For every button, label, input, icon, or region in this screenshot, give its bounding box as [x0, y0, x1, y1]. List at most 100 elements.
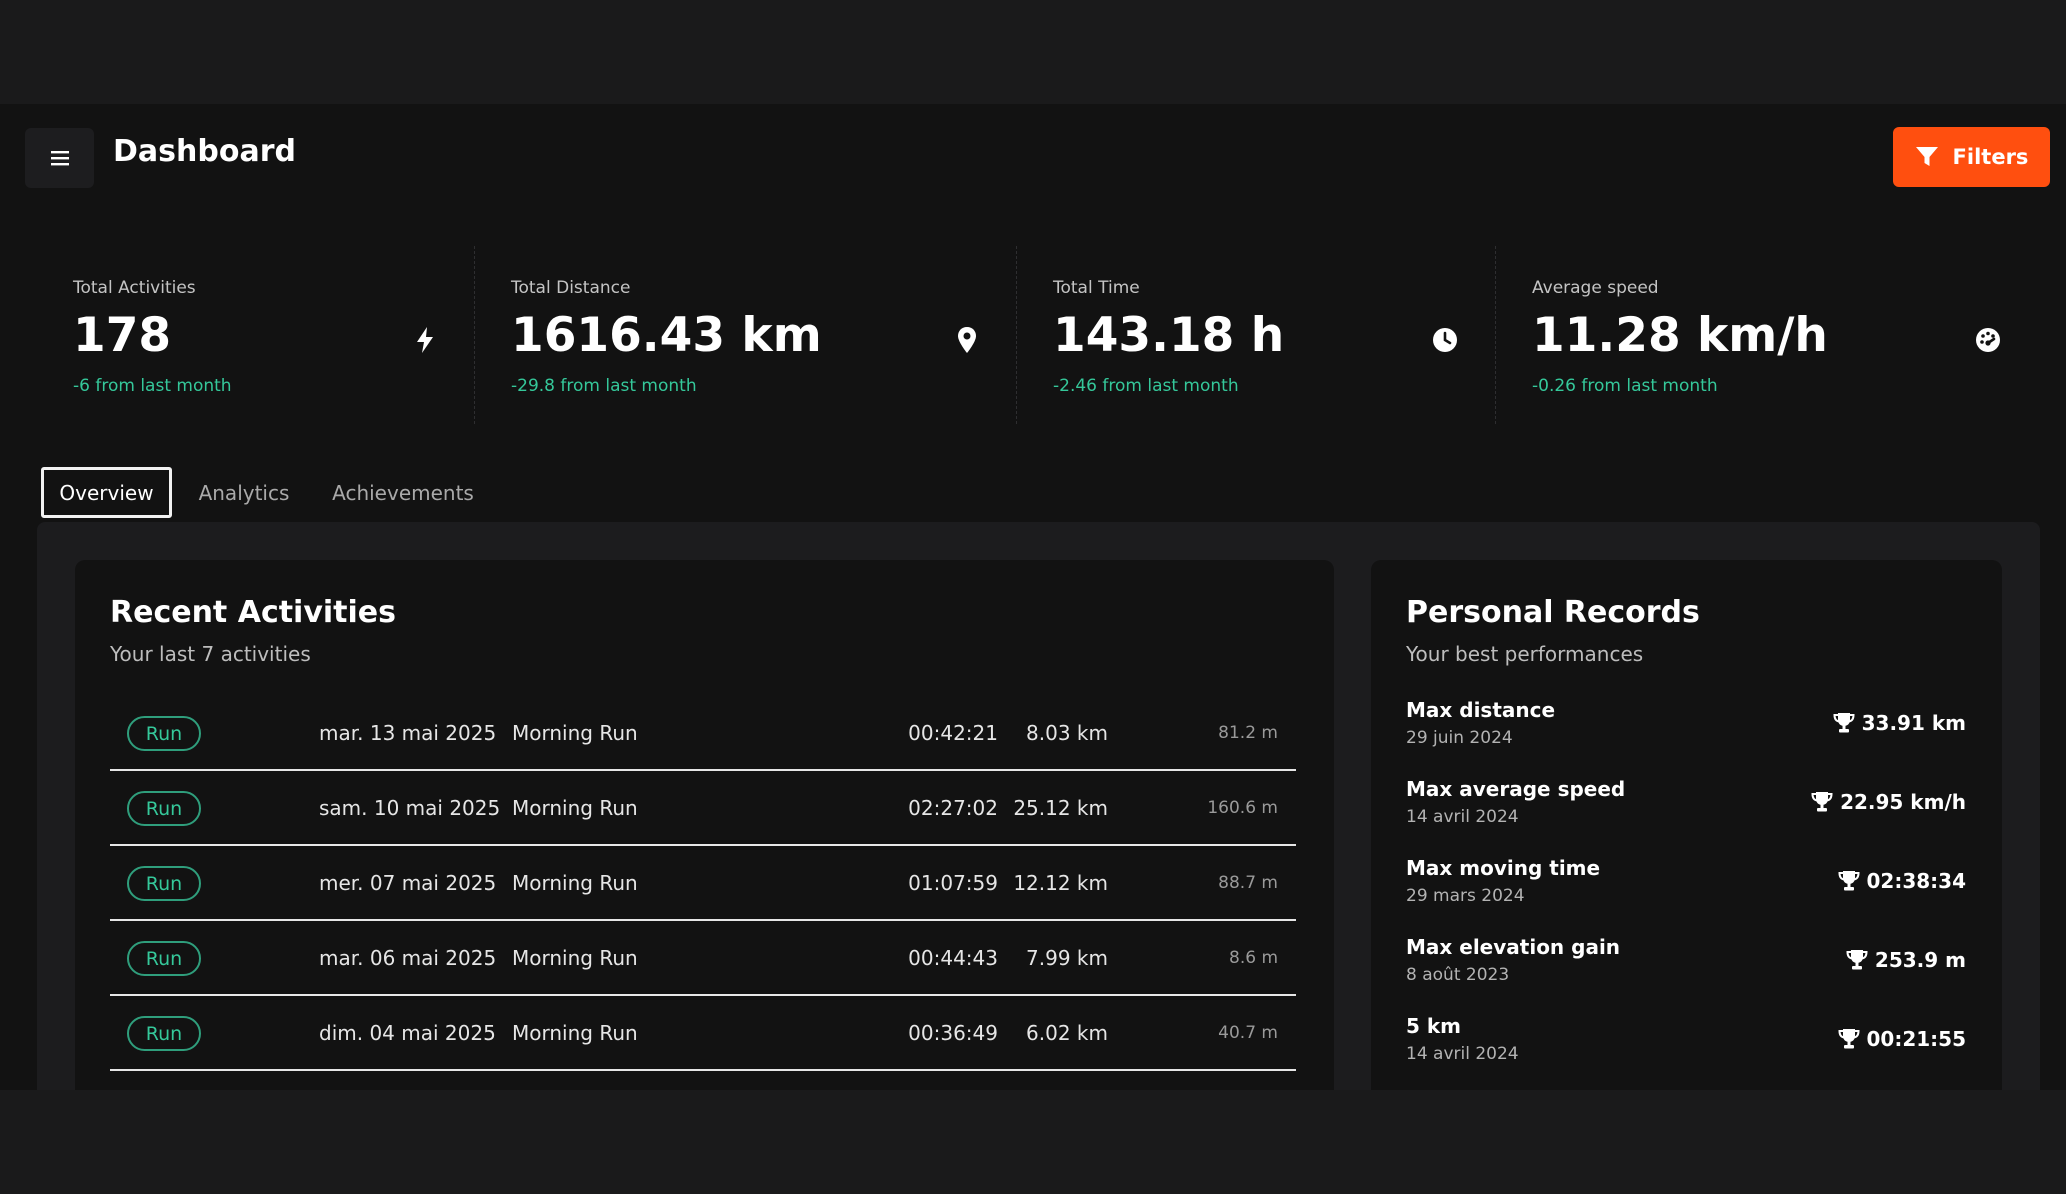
- stat-value: 178: [73, 308, 172, 363]
- activity-type-badge: Run: [127, 791, 201, 826]
- activity-type-badge: Run: [127, 941, 201, 976]
- activity-distance: 12.12 km: [1013, 870, 1108, 895]
- activity-row[interactable]: Run sam. 10 mai 2025 Morning Run 02:27:0…: [110, 771, 1296, 846]
- record-title: Max elevation gain: [1406, 935, 1621, 959]
- personal-records-title: Personal Records: [1406, 595, 1700, 630]
- record-date: 8 août 2023: [1406, 965, 1510, 985]
- filters-button[interactable]: Filters: [1893, 127, 2050, 187]
- dashboard-app: Dashboard Filters Total Activities 178 -…: [0, 104, 2066, 1090]
- trophy-icon: [1837, 1029, 1860, 1049]
- tab-overview[interactable]: Overview: [41, 467, 172, 518]
- trophy-icon: [1846, 950, 1868, 970]
- menu-button[interactable]: [25, 128, 94, 188]
- tab-analytics[interactable]: Analytics: [190, 467, 298, 518]
- stat-value: 11.28 km/h: [1532, 308, 1828, 363]
- clock-icon: [1431, 326, 1459, 354]
- activity-name: Morning Run: [512, 870, 638, 895]
- activity-time: 02:27:02: [908, 795, 998, 820]
- bolt-icon: [411, 326, 439, 354]
- activity-elevation: 8.6 m: [1229, 947, 1278, 968]
- stat-change: -29.8 from last month: [511, 376, 697, 396]
- page-title: Dashboard: [113, 134, 296, 169]
- record-value-wrap: 00:21:55: [1837, 1027, 1967, 1051]
- trophy-icon: [1811, 792, 1833, 812]
- record-date: 14 avril 2024: [1406, 1044, 1519, 1064]
- record-value: 02:38:34: [1866, 869, 1967, 893]
- hamburger-icon: [50, 151, 69, 166]
- activity-elevation: 40.7 m: [1218, 1022, 1278, 1043]
- activity-time: 00:42:21: [908, 720, 998, 745]
- trophy-icon: [1833, 713, 1855, 733]
- activity-type-badge: Run: [127, 716, 201, 751]
- activity-name: Morning Run: [512, 795, 638, 820]
- record-value: 00:21:55: [1866, 1027, 1967, 1051]
- stat-label: Total Activities: [73, 278, 196, 298]
- record-title: Max moving time: [1406, 856, 1601, 880]
- stat-change: -0.26 from last month: [1532, 376, 1718, 396]
- activity-date: mar. 06 mai 2025: [319, 945, 497, 970]
- activity-elevation: 81.2 m: [1218, 722, 1278, 743]
- activity-row[interactable]: Run mer. 07 mai 2025 Morning Run 01:07:5…: [110, 846, 1296, 921]
- record-value: 22.95 km/h: [1840, 790, 1966, 814]
- stat-value: 143.18 h: [1053, 308, 1285, 363]
- stat-label: Total Distance: [511, 278, 631, 298]
- stat-card-speed: Average speed 11.28 km/h -0.26 from last…: [1532, 246, 2002, 426]
- activity-time: 01:07:59: [908, 870, 998, 895]
- record-value-wrap: 253.9 m: [1846, 948, 1966, 972]
- stat-card-distance: Total Distance 1616.43 km -29.8 from las…: [511, 246, 981, 426]
- activity-distance: 7.99 km: [1026, 945, 1108, 970]
- stat-label: Average speed: [1532, 278, 1659, 298]
- activity-type-badge: Run: [127, 866, 201, 901]
- activity-type-badge: Run: [127, 1016, 201, 1051]
- personal-records-subtitle: Your best performances: [1406, 642, 1644, 666]
- activity-name: Morning Run: [512, 720, 638, 745]
- activity-elevation: 160.6 m: [1207, 797, 1278, 818]
- bottom-backdrop: [0, 1090, 2066, 1194]
- stat-label: Total Time: [1053, 278, 1140, 298]
- filters-label: Filters: [1952, 145, 2029, 169]
- activity-distance: 25.12 km: [1013, 795, 1108, 820]
- activity-row[interactable]: Run mar. 13 mai 2025 Morning Run 00:42:2…: [110, 696, 1296, 771]
- record-value: 253.9 m: [1874, 948, 1966, 972]
- activity-row[interactable]: Run mar. 06 mai 2025 Morning Run 00:44:4…: [110, 921, 1296, 996]
- record-value: 33.91 km: [1861, 711, 1966, 735]
- activity-time: 00:44:43: [908, 945, 998, 970]
- stat-divider: [474, 246, 475, 424]
- activity-date: mar. 13 mai 2025: [319, 720, 497, 745]
- record-title: 5 km: [1406, 1014, 1462, 1038]
- stat-change: -2.46 from last month: [1053, 376, 1239, 396]
- record-date: 14 avril 2024: [1406, 807, 1519, 827]
- record-value-wrap: 33.91 km: [1833, 711, 1966, 735]
- stat-card-activities: Total Activities 178 -6 from last month: [73, 246, 443, 426]
- activity-date: dim. 04 mai 2025: [319, 1020, 496, 1045]
- tab-achievements[interactable]: Achievements: [320, 467, 486, 518]
- activity-date: mer. 07 mai 2025: [319, 870, 497, 895]
- activity-name: Morning Run: [512, 1020, 638, 1045]
- record-item: Max moving time 29 mars 2024 02:38:34: [1406, 856, 1966, 926]
- speedometer-icon: [1974, 326, 2002, 354]
- record-item: Max distance 29 juin 2024 33.91 km: [1406, 698, 1966, 768]
- personal-records-card: Personal Records Your best performances …: [1371, 560, 2002, 1090]
- stat-change: -6 from last month: [73, 376, 232, 396]
- activity-distance: 8.03 km: [1026, 720, 1108, 745]
- record-item: Max elevation gain 8 août 2023 253.9 m: [1406, 935, 1966, 1005]
- record-item: Max average speed 14 avril 2024 22.95 km…: [1406, 777, 1966, 847]
- recent-activities-card: Recent Activities Your last 7 activities…: [75, 560, 1334, 1090]
- record-value-wrap: 02:38:34: [1837, 869, 1967, 893]
- filter-icon: [1915, 147, 1938, 166]
- activity-elevation: 88.7 m: [1218, 872, 1278, 893]
- stat-divider: [1495, 246, 1496, 424]
- activity-name: Morning Run: [512, 945, 638, 970]
- map-pin-icon: [953, 326, 981, 354]
- record-value-wrap: 22.95 km/h: [1811, 790, 1966, 814]
- activity-row[interactable]: Run dim. 04 mai 2025 Morning Run 00:36:4…: [110, 996, 1296, 1071]
- activity-distance: 6.02 km: [1026, 1020, 1108, 1045]
- stat-card-time: Total Time 143.18 h -2.46 from last mont…: [1053, 246, 1473, 426]
- record-item: 5 km 14 avril 2024 00:21:55: [1406, 1014, 1966, 1084]
- overview-panel: Recent Activities Your last 7 activities…: [37, 522, 2040, 1090]
- stat-divider: [1016, 246, 1017, 424]
- record-date: 29 mars 2024: [1406, 886, 1525, 906]
- activity-date: sam. 10 mai 2025: [319, 795, 501, 820]
- trophy-icon: [1837, 871, 1860, 891]
- record-title: Max distance: [1406, 698, 1556, 722]
